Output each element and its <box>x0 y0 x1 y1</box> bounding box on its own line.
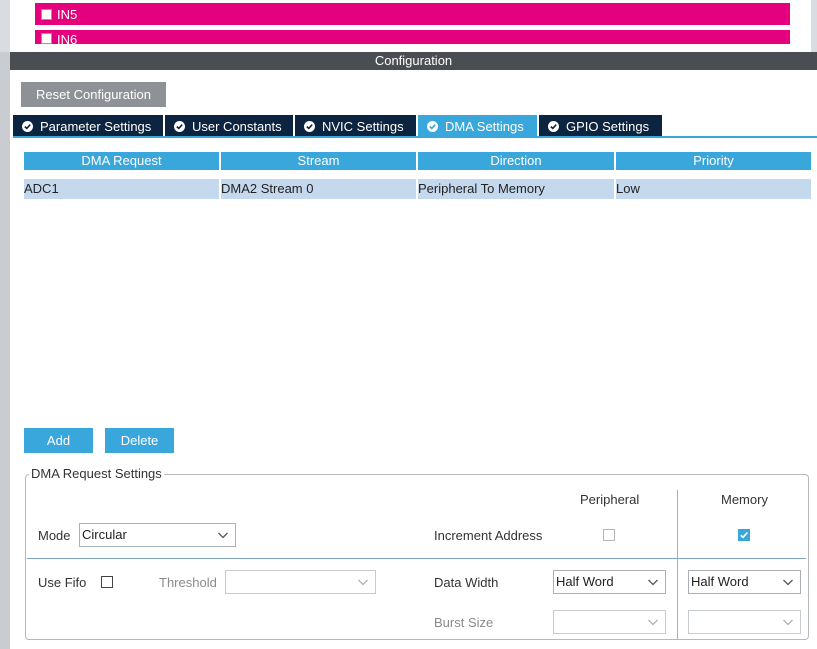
tab-label: Parameter Settings <box>40 118 152 134</box>
increment-address-label: Increment Address <box>434 528 543 543</box>
settings-row-divider <box>27 558 806 559</box>
table-row[interactable]: ADC1 DMA2 Stream 0 Peripheral To Memory … <box>24 179 811 199</box>
tab-nvic-settings[interactable]: NVIC Settings <box>295 115 416 137</box>
cell-priority: Low <box>616 181 640 196</box>
column-header-priority[interactable]: Priority <box>616 152 811 170</box>
peripheral-burst-size-select[interactable] <box>553 610 666 634</box>
mode-select[interactable]: Circular <box>79 523 236 547</box>
check-icon <box>740 532 749 539</box>
cell-stream: DMA2 Stream 0 <box>221 179 418 199</box>
memory-column-divider <box>677 490 678 640</box>
chevron-down-icon <box>217 527 229 550</box>
settings-legend: DMA Request Settings <box>29 466 164 482</box>
use-fifo-label: Use Fifo <box>38 575 87 590</box>
add-button[interactable]: Add <box>24 428 93 453</box>
memory-data-width-value: Half Word <box>691 574 749 589</box>
tab-label: NVIC Settings <box>322 118 404 134</box>
right-rail <box>811 0 817 52</box>
data-width-label: Data Width <box>434 575 499 590</box>
tab-dma-settings[interactable]: DMA Settings <box>418 115 537 137</box>
peripheral-data-width-select[interactable]: Half Word <box>553 570 666 594</box>
left-rail <box>0 0 10 649</box>
pin-row-in6[interactable]: IN6 <box>35 30 790 44</box>
column-header-dma-request[interactable]: DMA Request <box>24 152 219 170</box>
pin-label: IN5 <box>57 6 78 22</box>
chevron-down-icon <box>357 574 369 597</box>
pin-row-in5[interactable]: IN5 <box>35 3 790 25</box>
reset-configuration-button[interactable]: Reset Configuration <box>21 82 166 107</box>
burst-size-label: Burst Size <box>434 615 494 630</box>
check-circle-icon <box>427 120 438 132</box>
peripheral-data-width-value: Half Word <box>556 574 614 589</box>
check-circle-icon <box>174 120 185 132</box>
mode-select-value: Circular <box>82 527 127 542</box>
chevron-down-icon <box>782 614 794 637</box>
left-rail-upper <box>0 0 10 52</box>
memory-increment-checkbox[interactable] <box>738 529 750 541</box>
mode-label: Mode <box>38 528 71 543</box>
tab-user-constants[interactable]: User Constants <box>165 115 293 137</box>
peripheral-header: Peripheral <box>580 492 640 507</box>
config-tabs: Parameter Settings User Constants NVIC S… <box>13 115 664 137</box>
chevron-down-icon <box>647 574 659 597</box>
check-circle-icon <box>304 120 315 132</box>
threshold-select[interactable] <box>225 570 376 594</box>
delete-button[interactable]: Delete <box>105 428 174 453</box>
check-circle-icon <box>548 120 559 132</box>
memory-header: Memory <box>721 492 768 507</box>
pin-checkbox[interactable] <box>41 33 52 44</box>
check-circle-icon <box>22 120 33 132</box>
column-header-stream[interactable]: Stream <box>221 152 416 170</box>
peripheral-increment-checkbox[interactable] <box>603 529 615 541</box>
memory-burst-size-select[interactable] <box>688 610 801 634</box>
configuration-header: Configuration <box>10 52 817 70</box>
tab-underline <box>13 136 817 138</box>
table-header: DMA Request Stream Direction Priority <box>24 152 811 170</box>
column-header-direction[interactable]: Direction <box>418 152 614 170</box>
use-fifo-checkbox[interactable] <box>101 576 113 588</box>
pin-label: IN6 <box>57 32 78 44</box>
app-frame: IN5 IN6 Configuration Reset Configuratio… <box>0 0 817 649</box>
tab-label: GPIO Settings <box>566 118 650 134</box>
chevron-down-icon <box>782 574 794 597</box>
tab-label: User Constants <box>192 118 282 134</box>
tab-gpio-settings[interactable]: GPIO Settings <box>539 115 662 137</box>
dma-request-table: DMA Request Stream Direction Priority AD… <box>24 152 811 199</box>
memory-data-width-select[interactable]: Half Word <box>688 570 801 594</box>
pin-checkbox[interactable] <box>41 8 52 20</box>
chevron-down-icon <box>647 614 659 637</box>
cell-direction: Peripheral To Memory <box>418 179 616 199</box>
cell-dma-request: ADC1 <box>24 179 221 199</box>
tab-label: DMA Settings <box>445 118 524 134</box>
tab-parameter-settings[interactable]: Parameter Settings <box>13 115 163 137</box>
threshold-label: Threshold <box>159 575 217 590</box>
